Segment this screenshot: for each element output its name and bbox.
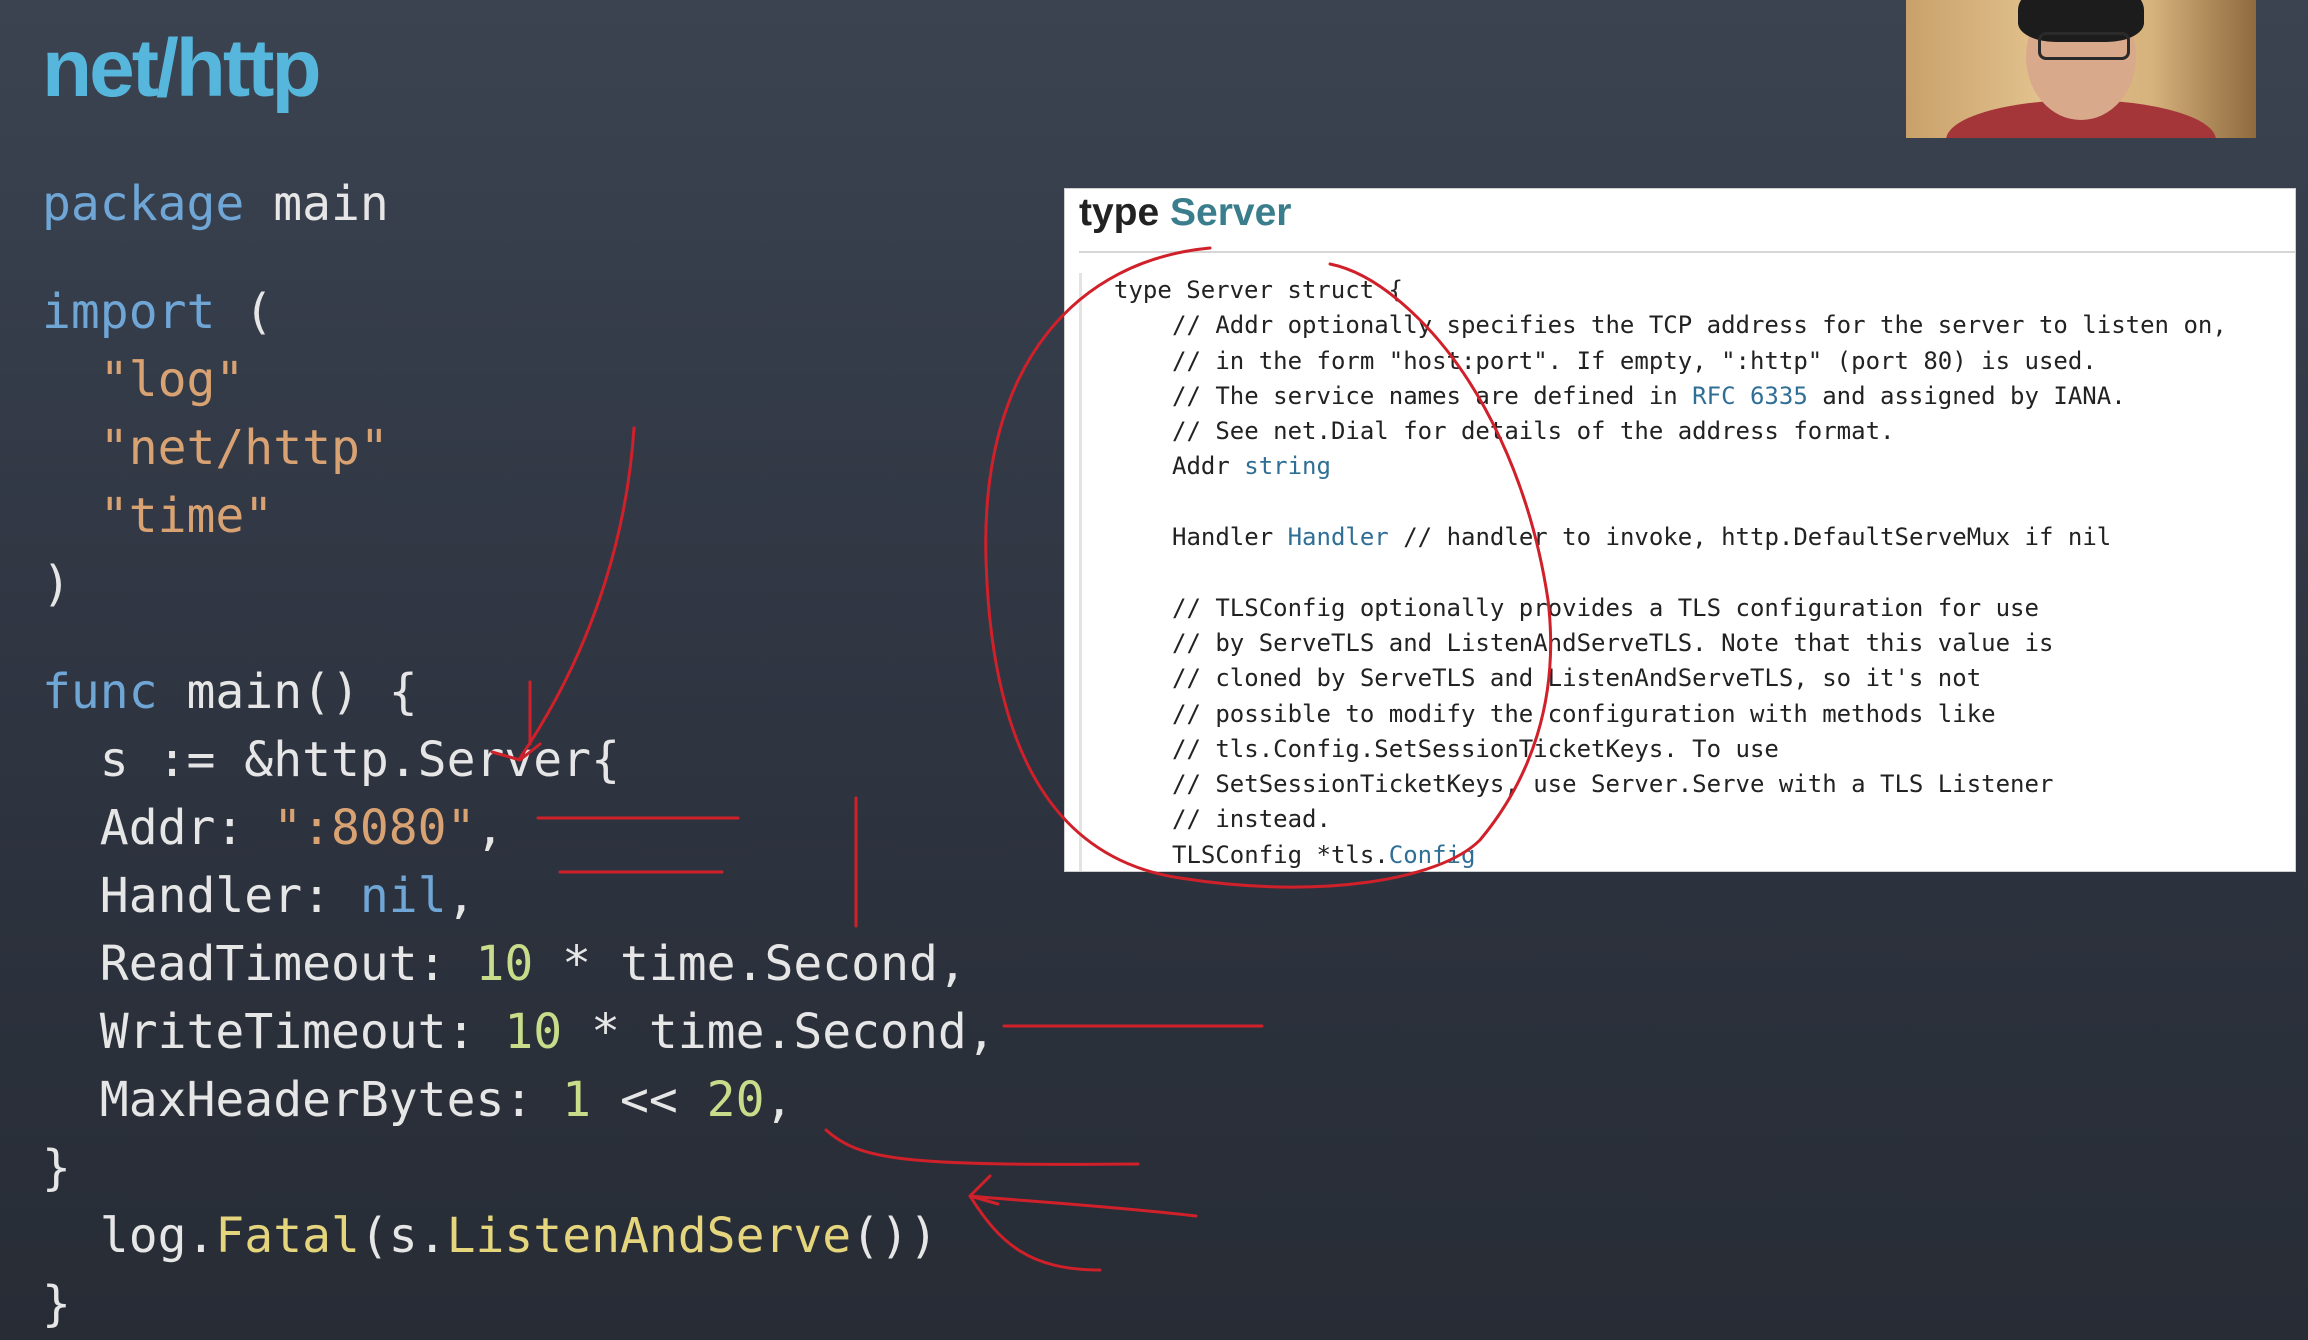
code-line-import-log: "log" (42, 346, 996, 414)
listen-and-serve: ListenAndServe (446, 1208, 852, 1264)
code-line-import-time: "time" (42, 482, 996, 550)
doc-field-handler: Handler Handler // handler to invoke, ht… (1114, 520, 2281, 555)
doc-comment: // See net.Dial for details of the addre… (1172, 417, 1895, 446)
addr-type-link[interactable]: string (1244, 452, 1331, 480)
doc-comment: // tls.Config.SetSessionTicketKeys. To u… (1172, 734, 1779, 763)
handler-field-name: Handler (1172, 523, 1274, 552)
log-mid: (s. (359, 1208, 447, 1264)
max-header-num2: 20 (706, 1072, 765, 1128)
import-net-http: "net/http" (99, 420, 389, 476)
code-line-import-close: ) (42, 556, 71, 612)
code-line-func-close: } (42, 1276, 71, 1332)
log-fatal: Fatal (215, 1208, 360, 1264)
log-prefix: log. (42, 1208, 216, 1264)
presenter-glasses (2038, 32, 2130, 60)
max-header-key: MaxHeaderBytes: (42, 1072, 563, 1128)
tls-config-link[interactable]: Config (1389, 841, 1476, 869)
code-line-import-http: "net/http" (42, 414, 996, 482)
doc-comment: // in the form "host:port". If empty, ":… (1172, 346, 2097, 375)
handler-key: Handler: (42, 868, 360, 924)
doc-header: type Server (1079, 191, 1291, 235)
read-timeout-rest: * time.Second, (533, 936, 967, 992)
code-line-package: package main (42, 170, 996, 238)
addr-key: Addr: (42, 800, 274, 856)
code-line-addr: Addr: ":8080", (42, 800, 505, 856)
addr-value: ":8080" (273, 800, 476, 856)
code-line-log: log.Fatal(s.ListenAndServe()) (42, 1202, 996, 1270)
read-timeout-key: ReadTimeout: (42, 936, 476, 992)
doc-comment: // SetSessionTicketKeys, use Server.Serv… (1172, 770, 2054, 799)
import-log: "log" (99, 352, 245, 408)
code-line-import: import ( (42, 278, 996, 346)
annotation-arrow-log (968, 1194, 1198, 1272)
doc-comment-rfc: // The service names are defined in RFC … (1172, 381, 2126, 410)
code-line-handler: Handler: nil, (42, 868, 476, 924)
doc-field-addr: Addr string (1114, 449, 2281, 484)
handler-comment: // handler to invoke, http.DefaultServeM… (1403, 523, 2112, 552)
handler-type-link[interactable]: Handler (1288, 523, 1389, 551)
doc-comment: // by ServeTLS and ListenAndServeTLS. No… (1172, 628, 2054, 657)
addr-field-name: Addr (1172, 452, 1230, 481)
max-header-op: << (591, 1072, 707, 1128)
doc-comment: // instead. (1172, 805, 1331, 834)
code-block: package main import ( "log" "net/http" "t… (42, 170, 996, 1338)
func-signature: main() { (157, 664, 418, 720)
write-timeout-num: 10 (504, 1004, 563, 1060)
package-name: main (244, 176, 389, 232)
write-timeout-key: WriteTimeout: (42, 1004, 505, 1060)
rfc-link[interactable]: RFC 6335 (1692, 382, 1808, 410)
webcam-video (1906, 0, 2256, 138)
code-line-brace-close: } (42, 1140, 71, 1196)
server-doc-panel: type Server type Server struct { // Addr … (1064, 188, 2296, 872)
tls-type-prefix: *tls. (1316, 840, 1389, 869)
keyword-package: package (42, 176, 245, 232)
code-line-max-header: MaxHeaderBytes: 1 << 20, (42, 1072, 794, 1128)
doc-struct-open: type Server struct { (1114, 276, 1403, 304)
code-line-write-timeout: WriteTimeout: 10 * time.Second, (42, 998, 996, 1066)
doc-comment: // Addr optionally specifies the TCP add… (1172, 311, 2227, 340)
doc-header-keyword: type (1079, 191, 1160, 234)
import-time: "time" (99, 488, 274, 544)
read-timeout-num: 10 (475, 936, 534, 992)
doc-field-tls: TLSConfig *tls.Config (1114, 838, 2281, 871)
max-header-num1: 1 (562, 1072, 592, 1128)
doc-comment: // possible to modify the configuration … (1172, 699, 1996, 728)
tls-field-name: TLSConfig (1172, 840, 1303, 869)
log-end: ()) (851, 1208, 938, 1264)
code-line-read-timeout: ReadTimeout: 10 * time.Second, (42, 930, 996, 998)
doc-comment: // TLSConfig optionally provides a TLS c… (1172, 593, 2039, 622)
code-line-func: func main() { (42, 658, 996, 726)
doc-code-block: type Server struct { // Addr optionally s… (1079, 273, 2281, 871)
code-line-server: s := &http.Server{ (42, 732, 620, 788)
doc-divider (1079, 251, 2295, 253)
keyword-import: import (42, 284, 216, 340)
slide-title: net/http (42, 23, 322, 114)
keyword-func: func (42, 664, 158, 720)
handler-value: nil (359, 868, 447, 924)
doc-header-name[interactable]: Server (1170, 191, 1291, 234)
write-timeout-rest: * time.Second, (562, 1004, 996, 1060)
import-open: ( (215, 284, 274, 340)
doc-comment: // cloned by ServeTLS and ListenAndServe… (1172, 664, 1982, 693)
